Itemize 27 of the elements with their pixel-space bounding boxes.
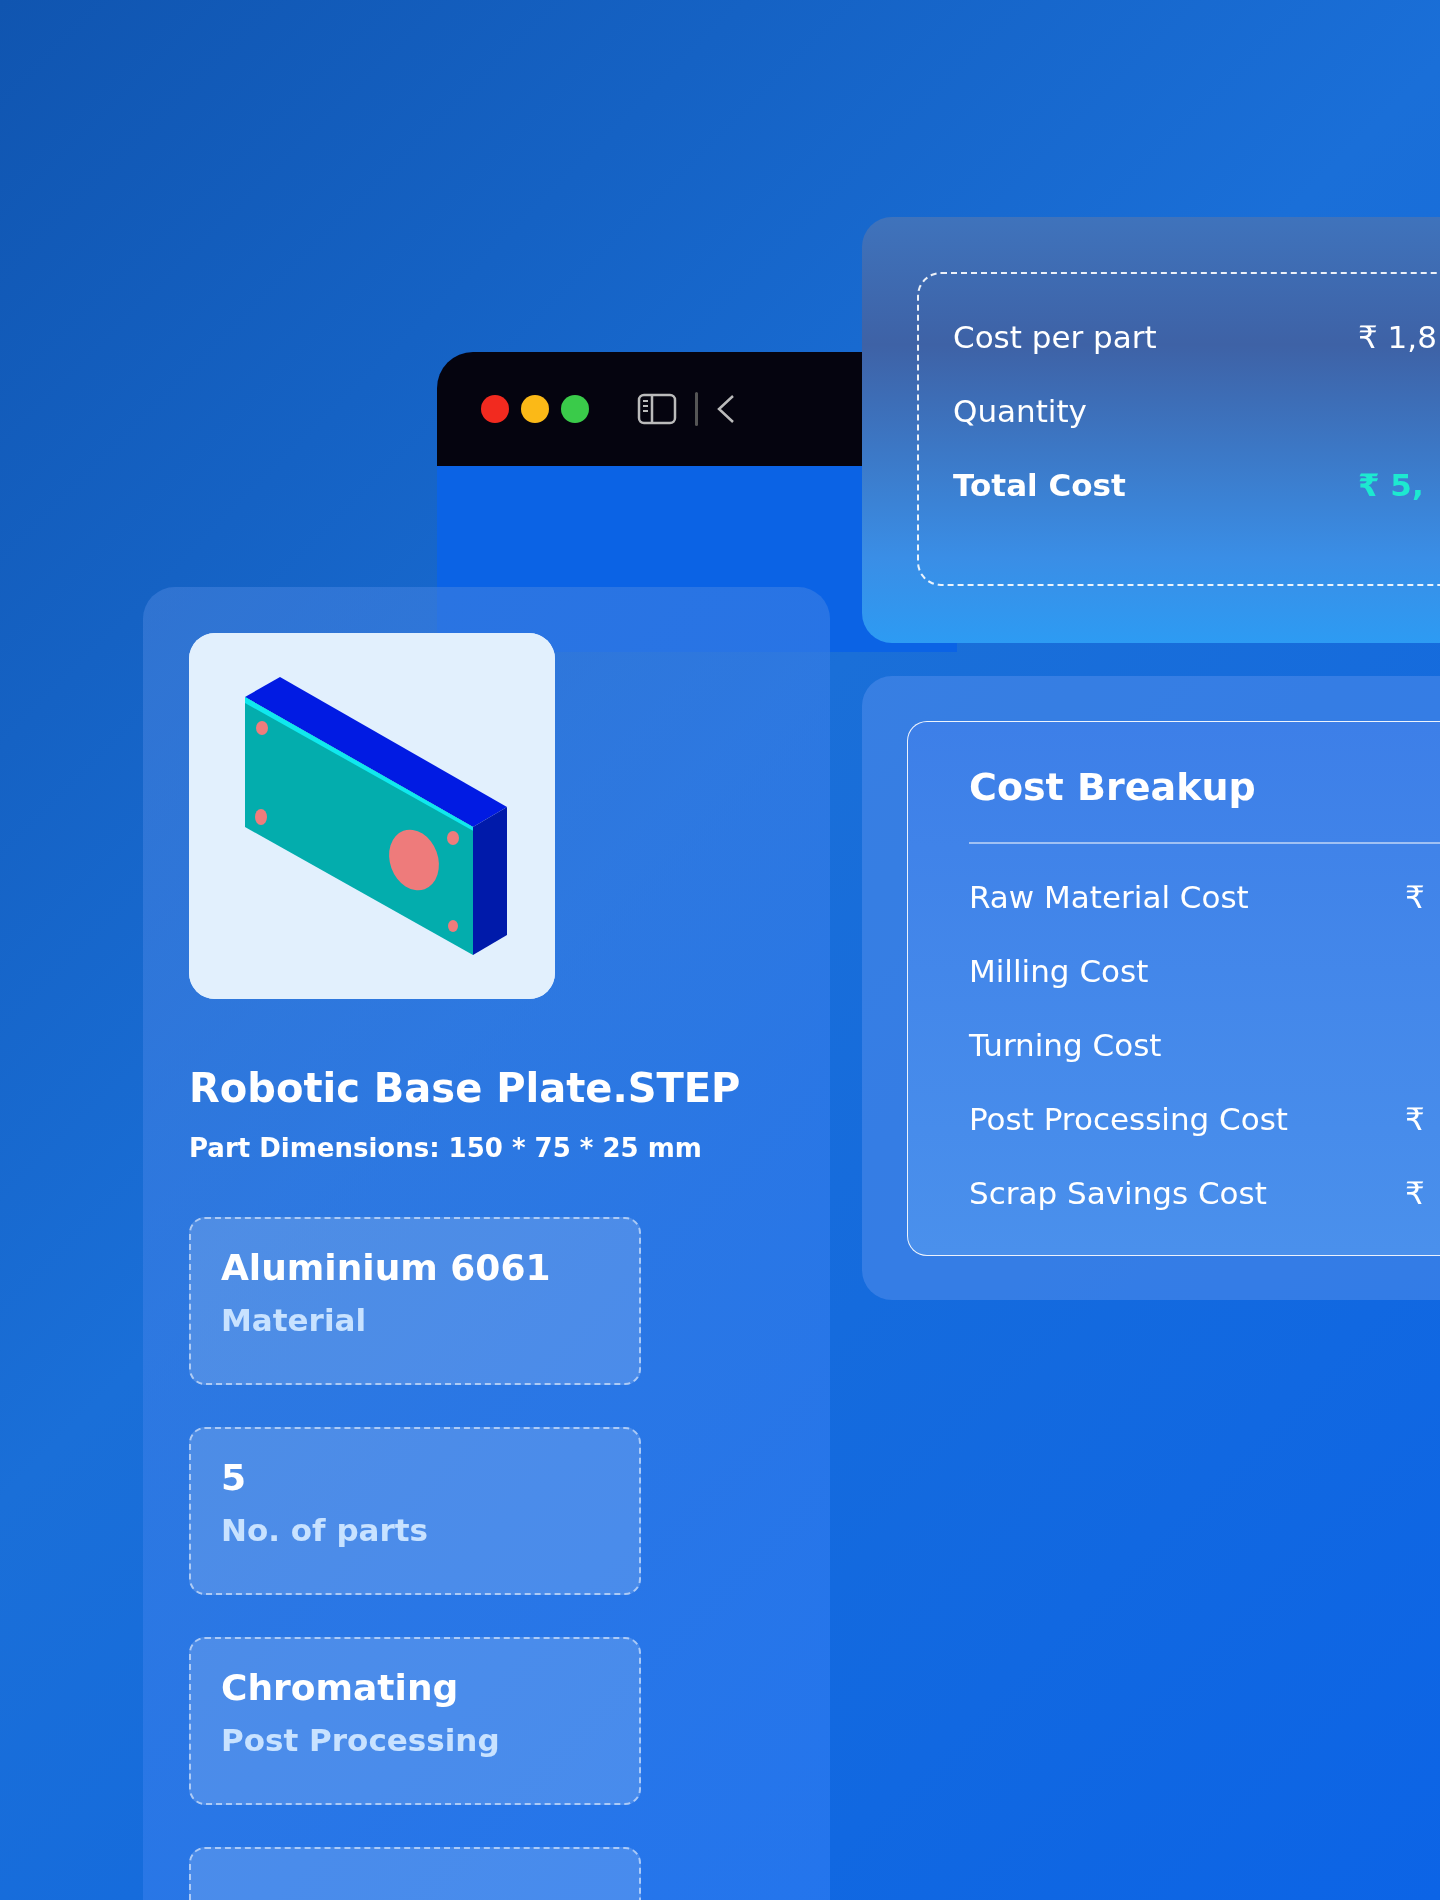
summary-label: Quantity (953, 393, 1088, 429)
spec-value: Aluminium 6061 (221, 1247, 552, 1288)
spec-value: Chromating (221, 1667, 460, 1708)
summary-label: Total Cost (953, 467, 1127, 503)
summary-value: ₹ 1,8 (1358, 319, 1438, 355)
back-icon[interactable] (716, 393, 736, 425)
breakup-label: Post Processing Cost (969, 1100, 1290, 1137)
window-control[interactable] (561, 395, 589, 423)
spec-label: Post Processing (221, 1722, 501, 1758)
breakup-value: ₹ (1405, 1174, 1426, 1211)
breakup-label: Raw Material Cost (969, 878, 1250, 915)
breakup-label: Scrap Savings Cost (969, 1174, 1268, 1211)
breakup-title: Cost Breakup (969, 764, 1257, 811)
spec-label: Material (221, 1302, 368, 1338)
part-title: Robotic Base Plate.STEP (189, 1065, 742, 1111)
summary-value: ₹ 5, (1358, 467, 1425, 503)
spec-label: No. of parts (221, 1512, 430, 1548)
window-control[interactable] (481, 395, 509, 423)
part-dimensions: Part Dimensions: 150 * 75 * 25 mm (189, 1133, 703, 1163)
sidebar-icon[interactable] (637, 393, 677, 425)
breakup-label: Milling Cost (969, 952, 1150, 989)
spec-value: 5 (221, 1457, 248, 1498)
breakup-value: ₹ (1405, 1100, 1426, 1137)
breakup-value: ₹ (1405, 878, 1426, 915)
breakup-label: Turning Cost (969, 1026, 1163, 1063)
summary-label: Cost per part (953, 319, 1158, 355)
window-control[interactable] (521, 395, 549, 423)
